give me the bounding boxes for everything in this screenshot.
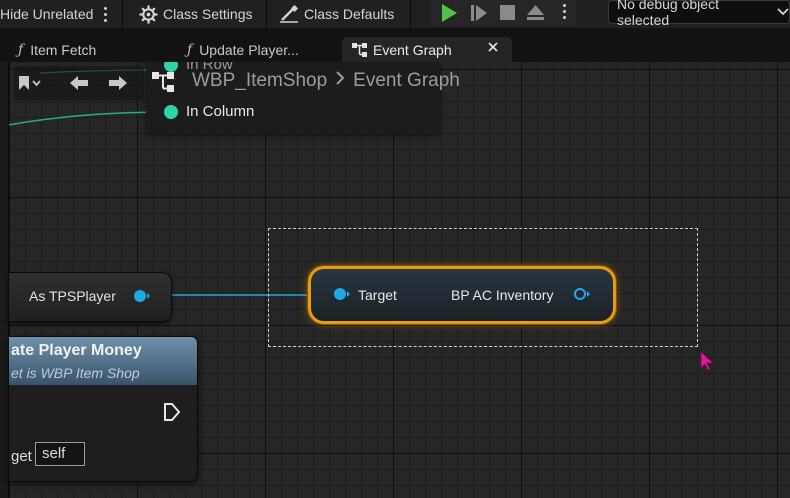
function-icon: ƒ — [187, 41, 193, 58]
navigation-controls — [14, 66, 144, 100]
struct-pin-icon — [164, 62, 178, 72]
tab-item-fetch[interactable]: ƒ Item Fetch — [18, 37, 96, 62]
in-column-pin[interactable]: In Column — [164, 103, 254, 120]
selection-marquee — [268, 228, 698, 347]
bookmark-icon[interactable] — [18, 75, 42, 91]
play-options-icon[interactable] — [562, 4, 566, 19]
exec-out-pin-icon[interactable] — [163, 402, 181, 422]
breadcrumb-graph[interactable]: Event Graph — [353, 70, 460, 91]
debug-object-label: No debug object selected — [617, 0, 719, 28]
hide-unrelated-button[interactable]: Hide Unrelated — [0, 0, 93, 28]
node-header: ate Player Money et is WBP Item Shop — [9, 337, 197, 385]
class-defaults-icon — [279, 5, 299, 23]
stop-icon[interactable] — [499, 4, 516, 24]
toolbar-divider — [266, 0, 267, 28]
debug-object-select[interactable]: No debug object selected — [608, 0, 790, 28]
class-defaults-button[interactable]: Class Defaults — [279, 0, 394, 28]
target-self-field[interactable]: self — [35, 442, 85, 466]
tab-label: Item Fetch — [30, 41, 97, 58]
document-tabs: ƒ Item Fetch ƒ Update Player... Event Gr… — [0, 28, 790, 62]
object-pin-icon[interactable] — [133, 289, 151, 303]
toolbar: Hide Unrelated Class Settings Class Defa… — [0, 0, 790, 29]
tab-update-player[interactable]: ƒ Update Player... — [187, 37, 299, 62]
update-player-money-node[interactable]: ate Player Money et is WBP Item Shop get… — [8, 336, 198, 482]
graph-icon — [152, 72, 174, 92]
chevron-right-icon — [335, 70, 345, 92]
struct-pin-icon — [164, 104, 178, 119]
event-graph-canvas[interactable]: In Row In Column WBP_ItemShop Event Graph… — [0, 62, 790, 498]
hide-unrelated-label: Hide Unrelated — [0, 6, 94, 22]
tab-label: Event Graph — [373, 41, 452, 58]
step-icon[interactable] — [470, 4, 488, 25]
chevron-down-icon — [777, 8, 789, 16]
cast-node[interactable]: As TPSPlayer — [8, 272, 172, 322]
class-defaults-label: Class Defaults — [304, 6, 395, 22]
function-icon: ƒ — [18, 41, 24, 58]
play-icon[interactable] — [439, 3, 459, 26]
cursor-icon — [700, 351, 714, 371]
breadcrumb: WBP_ItemShop Event Graph — [192, 70, 460, 92]
breadcrumb-asset[interactable]: WBP_ItemShop — [192, 70, 327, 91]
class-settings-label: Class Settings — [163, 6, 253, 22]
tab-event-graph[interactable]: Event Graph — [342, 37, 512, 62]
pin-label: In Column — [186, 103, 255, 120]
class-settings-button[interactable]: Class Settings — [139, 0, 252, 28]
node-subtitle: et is WBP Item Shop — [11, 365, 140, 381]
close-icon[interactable] — [488, 42, 498, 52]
gear-icon — [139, 4, 158, 24]
more-options-icon[interactable] — [103, 0, 107, 28]
back-arrow-icon[interactable] — [69, 75, 89, 91]
toolbar-divider — [122, 0, 123, 28]
toolbar-divider — [410, 0, 411, 28]
tab-label: Update Player... — [199, 41, 299, 58]
target-pin-label: get — [11, 448, 32, 465]
event-graph-icon — [352, 42, 367, 57]
forward-arrow-icon[interactable] — [108, 75, 128, 91]
node-title: ate Player Money — [11, 342, 142, 359]
play-controls — [430, 0, 576, 26]
eject-icon[interactable] — [526, 3, 545, 25]
node-output-label: As TPSPlayer — [29, 288, 116, 304]
